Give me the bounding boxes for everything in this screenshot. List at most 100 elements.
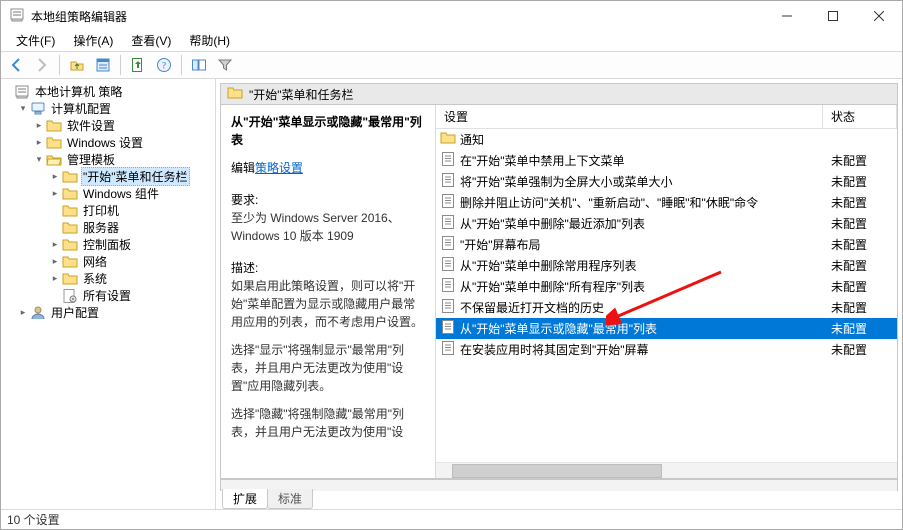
folder-icon xyxy=(227,85,243,104)
toolbar-show-hide-button[interactable] xyxy=(188,54,210,76)
tree-twisty-expanded-icon[interactable]: ▾ xyxy=(17,103,29,114)
menu-view[interactable]: 查看(V) xyxy=(122,31,180,51)
tree-node-admin-templates[interactable]: ▾ 管理模板 xyxy=(33,151,215,168)
gear-doc-icon xyxy=(62,289,78,303)
list-row[interactable]: 在"开始"菜单中禁用上下文菜单未配置 xyxy=(436,150,897,171)
tree: ▶ 本地计算机 策略 ▾ 计算机配置 xyxy=(1,83,215,321)
tree-node-start-taskbar[interactable]: ▸ "开始"菜单和任务栏 xyxy=(49,168,215,185)
policy-doc-icon xyxy=(440,298,456,317)
tree-twisty-collapsed-icon[interactable]: ▸ xyxy=(17,307,29,318)
list-row[interactable]: 删除并阻止访问"关机"、"重新启动"、"睡眠"和"休眠"命令未配置 xyxy=(436,192,897,213)
maximize-button[interactable] xyxy=(810,1,856,31)
policy-doc-icon xyxy=(440,214,456,233)
toolbar-filter-button[interactable] xyxy=(214,54,236,76)
toolbar-export-button[interactable] xyxy=(127,54,149,76)
tree-node-software-settings[interactable]: ▸ 软件设置 xyxy=(33,117,215,134)
toolbar-forward-button[interactable] xyxy=(31,54,53,76)
list-row[interactable]: 从"开始"菜单中删除"所有程序"列表未配置 xyxy=(436,276,897,297)
toolbar-up-button[interactable] xyxy=(66,54,88,76)
tree-node-windows-settings[interactable]: ▸ Windows 设置 xyxy=(33,134,215,151)
list-row-status: 未配置 xyxy=(827,215,897,232)
column-header-status[interactable]: 状态 xyxy=(823,105,897,128)
list-row-status: 未配置 xyxy=(827,341,897,358)
list-row-status: 未配置 xyxy=(827,152,897,169)
description-policy-title: 从"开始"菜单显示或隐藏"最常用"列表 xyxy=(231,113,425,149)
tab-standard[interactable]: 标准 xyxy=(267,489,313,509)
tree-twisty-collapsed-icon[interactable]: ▸ xyxy=(33,120,45,131)
tree-pane[interactable]: ▶ 本地计算机 策略 ▾ 计算机配置 xyxy=(1,79,216,509)
list-row-label: 将"开始"菜单强制为全屏大小或菜单大小 xyxy=(460,173,673,190)
list-row[interactable]: 在安装应用时将其固定到"开始"屏幕 未配置 xyxy=(436,339,897,360)
tree-node-user-config[interactable]: ▸ 用户配置 xyxy=(17,304,215,321)
list-row-status: 未配置 xyxy=(827,299,897,316)
list-row-label: 不保留最近打开文档的历史 xyxy=(460,299,604,316)
folder-open-icon xyxy=(46,153,62,167)
folder-icon xyxy=(46,136,62,150)
tree-node-network[interactable]: ▸ 网络 xyxy=(49,253,215,270)
tree-node-server[interactable]: ▶ 服务器 xyxy=(49,219,215,236)
tree-node-computer-config[interactable]: ▾ 计算机配置 xyxy=(17,100,215,117)
list-row-label: 删除并阻止访问"关机"、"重新启动"、"睡眠"和"休眠"命令 xyxy=(460,194,758,211)
toolbar-separator xyxy=(181,55,182,75)
minimize-button[interactable] xyxy=(764,1,810,31)
tree-node-all-settings[interactable]: ▶ 所有设置 xyxy=(49,287,215,304)
menu-help[interactable]: 帮助(H) xyxy=(180,31,239,51)
tree-twisty-collapsed-icon[interactable]: ▸ xyxy=(33,137,45,148)
horizontal-scrollbar[interactable] xyxy=(436,462,897,478)
column-header-setting[interactable]: 设置 xyxy=(436,105,823,128)
list-row[interactable]: 从"开始"菜单中删除"最近添加"列表未配置 xyxy=(436,213,897,234)
tree-node-root[interactable]: ▶ 本地计算机 策略 xyxy=(1,83,215,100)
folder-icon xyxy=(62,238,78,252)
menu-action[interactable]: 操作(A) xyxy=(64,31,122,51)
tree-node-printers[interactable]: ▶ 打印机 xyxy=(49,202,215,219)
tree-label: 网络 xyxy=(81,253,109,270)
tree-twisty-expanded-icon[interactable]: ▾ xyxy=(33,154,45,165)
list-row[interactable]: 从"开始"菜单显示或隐藏"最常用"列表未配置 xyxy=(436,318,897,339)
tree-twisty-collapsed-icon[interactable]: ▸ xyxy=(49,256,61,267)
toolbar xyxy=(1,51,902,79)
description-para: 选择"显示"将强制显示"最常用"列表，并且用户无法更改为使用"设置"应用隐藏列表… xyxy=(231,341,425,395)
tree-node-control-panel[interactable]: ▸ 控制面板 xyxy=(49,236,215,253)
window-title: 本地组策略编辑器 xyxy=(25,8,764,25)
list-row-label: 从"开始"菜单显示或隐藏"最常用"列表 xyxy=(460,320,657,337)
content-header: "开始"菜单和任务栏 xyxy=(220,83,898,105)
content-body: 从"开始"菜单显示或隐藏"最常用"列表 编辑策略设置 要求: 至少为 Windo… xyxy=(220,105,898,479)
edit-policy-link[interactable]: 策略设置 xyxy=(255,161,303,175)
policy-doc-icon xyxy=(440,277,456,296)
view-tabstrip: 扩展 标准 xyxy=(220,491,898,509)
list-folder-label: 通知 xyxy=(460,131,484,148)
user-icon xyxy=(30,306,46,320)
list-row[interactable]: 不保留最近打开文档的历史 未配置 xyxy=(436,297,897,318)
toolbar-back-button[interactable] xyxy=(5,54,27,76)
list-row[interactable]: 从"开始"菜单中删除常用程序列表未配置 xyxy=(436,255,897,276)
list-row[interactable]: 将"开始"菜单强制为全屏大小或菜单大小未配置 xyxy=(436,171,897,192)
menu-file[interactable]: 文件(F) xyxy=(7,31,64,51)
tree-twisty-collapsed-icon[interactable]: ▸ xyxy=(49,171,61,182)
tree-twisty-collapsed-icon[interactable]: ▸ xyxy=(49,273,61,284)
tree-label: 用户配置 xyxy=(49,304,101,321)
folder-icon xyxy=(62,187,78,201)
list-row[interactable]: "开始"屏幕布局未配置 xyxy=(436,234,897,255)
close-button[interactable] xyxy=(856,1,902,31)
tree-twisty-collapsed-icon[interactable]: ▸ xyxy=(49,188,61,199)
scrollbar-thumb[interactable] xyxy=(452,464,662,478)
toolbar-help-button[interactable] xyxy=(153,54,175,76)
tree-node-system[interactable]: ▸ 系统 xyxy=(49,270,215,287)
titlebar: 本地组策略编辑器 xyxy=(1,1,902,31)
description-para: 选择"隐藏"将强制隐藏"最常用"列表，并且用户无法更改为使用"设 xyxy=(231,405,425,441)
tab-extended[interactable]: 扩展 xyxy=(222,489,268,509)
policy-doc-icon xyxy=(440,151,456,170)
list-body[interactable]: 通知 在"开始"菜单中禁用上下文菜单未配置将"开始"菜单强制为全屏大小或菜单大小… xyxy=(436,129,897,462)
toolbar-properties-button[interactable] xyxy=(92,54,114,76)
statusbar-text: 10 个设置 xyxy=(7,511,60,528)
body: ▶ 本地计算机 策略 ▾ 计算机配置 xyxy=(1,79,902,509)
description-edit-line: 编辑策略设置 xyxy=(231,159,425,177)
tree-label: "开始"菜单和任务栏 xyxy=(81,167,190,186)
tree-twisty-collapsed-icon[interactable]: ▸ xyxy=(49,239,61,250)
app-icon xyxy=(9,7,25,26)
requirements-text: 至少为 Windows Server 2016、Windows 10 版本 19… xyxy=(231,209,425,245)
list-folder-row[interactable]: 通知 xyxy=(436,129,897,150)
description-section: 描述: 如果启用此策略设置，则可以将"开始"菜单配置为显示或隐藏用户最常用应用的… xyxy=(231,259,425,441)
tree-node-windows-components[interactable]: ▸ Windows 组件 xyxy=(49,185,215,202)
list-row-label: 在安装应用时将其固定到"开始"屏幕 xyxy=(460,341,649,358)
